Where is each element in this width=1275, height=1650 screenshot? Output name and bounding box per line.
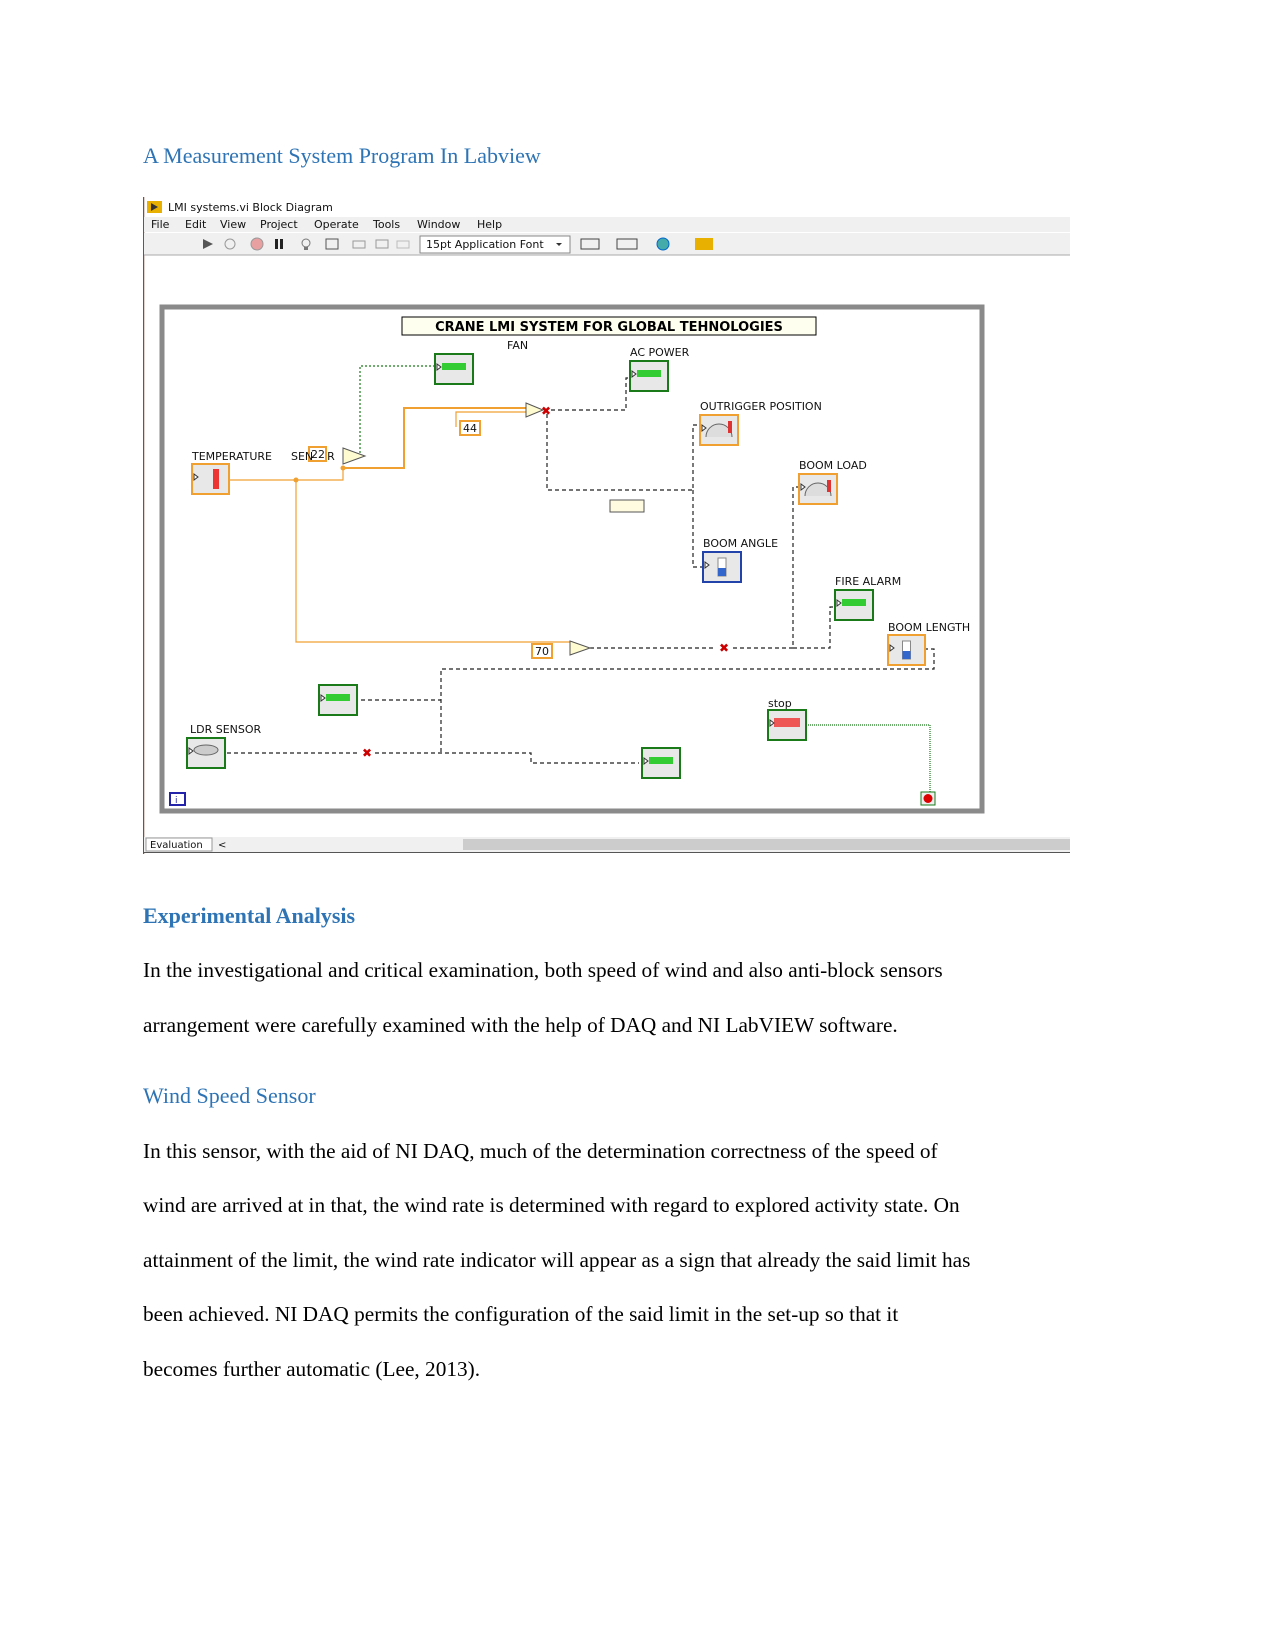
reorder-icon[interactable] — [656, 237, 670, 251]
menu-help[interactable]: Help — [477, 218, 502, 231]
svg-text:44: 44 — [463, 422, 477, 435]
paragraph-line: been achieved. NI DAQ permits the config… — [143, 1302, 899, 1326]
boom-load-indicator[interactable] — [798, 473, 838, 505]
fire-alarm-indicator[interactable] — [834, 589, 874, 621]
abort-icon[interactable] — [250, 237, 264, 251]
document-page: A Measurement System Program In Labview … — [0, 0, 1275, 1650]
indicator[interactable] — [641, 747, 681, 779]
fan-indicator[interactable] — [434, 353, 474, 385]
menu-tools[interactable]: Tools — [372, 218, 400, 231]
coercion-x-icon: ✖ — [541, 404, 551, 418]
label-stop: stop — [768, 697, 792, 710]
paragraph-line: In the investigational and critical exam… — [143, 958, 943, 982]
tab-evaluation-label: Evaluation — [150, 840, 203, 851]
menu-project[interactable]: Project — [260, 218, 298, 231]
menu-edit[interactable]: Edit — [185, 218, 207, 231]
loop-condition-stop-icon[interactable] — [920, 791, 936, 806]
paragraph-line: wind are arrived at in that, the wind ra… — [143, 1193, 960, 1217]
label-ldr-sensor: LDR SENSOR — [190, 723, 262, 736]
paragraph-line: attainment of the limit, the wind rate i… — [143, 1248, 971, 1272]
section-heading: Experimental Analysis — [143, 903, 356, 928]
svg-text:✖: ✖ — [541, 404, 551, 418]
scroll-left-button[interactable]: < — [218, 840, 226, 851]
svg-text:✖: ✖ — [362, 746, 372, 760]
label-boom-angle: BOOM ANGLE — [703, 537, 778, 550]
boom-length-indicator[interactable] — [887, 634, 926, 666]
label-fan: FAN — [507, 339, 528, 352]
labview-block-diagram-screenshot: LMI systems.vi Block Diagram File Edit Vie… — [143, 197, 1070, 854]
paragraph-line: In this sensor, with the aid of NI DAQ, … — [143, 1139, 938, 1163]
svg-text:70: 70 — [535, 645, 549, 658]
label-fire-alarm: FIRE ALARM — [835, 575, 901, 588]
label-temperature: TEMPERATURE — [191, 450, 272, 463]
ac-power-indicator[interactable] — [629, 360, 669, 392]
font-select[interactable]: 15pt Application Font — [419, 235, 571, 254]
label-outrigger-position: OUTRIGGER POSITION — [700, 400, 822, 413]
label-boom-load: BOOM LOAD — [799, 459, 867, 472]
stop-button-control[interactable] — [767, 709, 807, 741]
horizontal-scrollbar[interactable] — [463, 839, 1070, 850]
label-ac-power: AC POWER — [630, 346, 690, 359]
window-title: LMI systems.vi Block Diagram — [168, 201, 333, 214]
svg-text:15pt Application Font: 15pt Application Font — [426, 238, 544, 251]
boom-angle-indicator[interactable] — [702, 551, 742, 583]
section-heading: A Measurement System Program In Labview — [143, 143, 541, 168]
paragraph-line: becomes further automatic (Lee, 2013). — [143, 1357, 481, 1381]
ldr-sensor-control[interactable] — [186, 737, 226, 769]
menu-file[interactable]: File — [151, 218, 170, 231]
outrigger-position-indicator[interactable] — [699, 414, 739, 446]
diagram-title: CRANE LMI SYSTEM FOR GLOBAL TEHNOLOGIES — [435, 320, 783, 335]
paragraph-line: arrangement were carefully examined with… — [143, 1013, 898, 1037]
constant-70[interactable]: 70 — [531, 643, 553, 659]
section-heading: Wind Speed Sensor — [143, 1083, 316, 1108]
diagram-canvas: LMI systems.vi Block Diagram File Edit Vie… — [143, 197, 1070, 854]
coercion-x-icon: ✖ — [719, 641, 729, 655]
constant-44[interactable]: 44 — [459, 420, 481, 436]
label-boom-length: BOOM LENGTH — [888, 621, 970, 634]
coercion-x-icon: ✖ — [362, 746, 372, 760]
bundle-node[interactable] — [609, 499, 645, 513]
temperature-control[interactable] — [191, 463, 230, 495]
indicator[interactable] — [318, 684, 358, 716]
menu-operate[interactable]: Operate — [314, 218, 359, 231]
menu-window[interactable]: Window — [417, 218, 460, 231]
menu-view[interactable]: View — [220, 218, 246, 231]
label-sensor: SEN R — [291, 450, 335, 463]
svg-text:✖: ✖ — [719, 641, 729, 655]
cleanup-diagram-icon[interactable] — [695, 238, 713, 250]
svg-text:i: i — [175, 796, 178, 806]
